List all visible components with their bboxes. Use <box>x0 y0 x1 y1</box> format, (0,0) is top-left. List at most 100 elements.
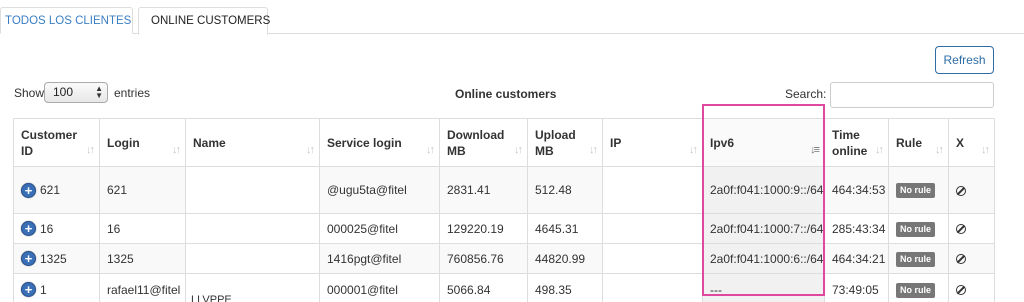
column-header-customer-id[interactable]: Customer ID ↓↑ <box>13 118 100 167</box>
cell-rule: No rule <box>888 166 949 214</box>
cell-ipv6: 2a0f:f041:1000:7::/64 <box>702 213 825 244</box>
cell-customer-id: +1 <box>13 273 100 302</box>
plus-circle-icon[interactable]: + <box>21 182 36 198</box>
rule-badge: No rule <box>896 282 936 298</box>
column-header-service-login[interactable]: Service login ↓↑ <box>319 118 440 167</box>
customer-id-value: 16 <box>40 221 54 236</box>
cell-ipv6: --- <box>702 273 825 302</box>
ban-icon[interactable] <box>956 224 966 235</box>
cell-customer-id: +621 <box>13 166 100 214</box>
show-label: Show <box>14 86 45 100</box>
column-header-ip[interactable]: IP ↓↑ <box>602 118 703 167</box>
tab-online-customers[interactable]: ONLINE CUSTOMERS <box>138 7 270 35</box>
ban-icon[interactable] <box>956 254 966 265</box>
cell-time-online: 464:34:21 <box>824 243 889 274</box>
cell-ip <box>602 243 703 274</box>
cell-time-online: 285:43:34 <box>824 213 889 244</box>
table-header-row: Customer ID ↓↑ Login ↓↑ Name ↓↑ Service log… <box>13 118 995 167</box>
sort-arrows-icon: ↓↑ <box>689 144 698 156</box>
partial-name-text: LLVPPE <box>191 294 232 302</box>
cell-time-online: 73:49:05 <box>824 273 889 302</box>
cell-name <box>185 213 320 244</box>
column-header-login[interactable]: Login ↓↑ <box>99 118 186 167</box>
plus-circle-icon[interactable]: + <box>21 282 36 298</box>
online-customers-table: Customer ID ↓↑ Login ↓↑ Name ↓↑ Service log… <box>13 118 995 302</box>
sort-arrows-icon: ↓↑ <box>172 144 181 156</box>
table-row: +16 16 000025@fitel 129220.19 4645.31 2a… <box>13 213 995 244</box>
column-label: Time online <box>832 127 868 158</box>
cell-time-online: 464:34:53 <box>824 166 889 214</box>
cell-delete <box>948 166 995 214</box>
cell-download-mb: 760856.76 <box>439 243 528 274</box>
cell-upload-mb: 512.48 <box>527 166 603 214</box>
column-header-upload-mb[interactable]: Upload MB ↓↑ <box>527 118 603 167</box>
cell-login: 1325 <box>99 243 186 274</box>
cell-ipv6: 2a0f:f041:1000:9::/64 <box>702 166 825 214</box>
cell-rule: No rule <box>888 273 949 302</box>
table-row: +621 621 @ugu5ta@fitel 2831.41 512.48 2a… <box>13 166 995 214</box>
sort-arrows-icon: ↓↑ <box>589 144 598 156</box>
entries-label: entries <box>114 86 151 100</box>
cell-download-mb: 2831.41 <box>439 166 528 214</box>
plus-circle-icon[interactable]: + <box>21 251 36 267</box>
column-header-time-online[interactable]: Time online ↓↑ <box>824 118 889 167</box>
column-label: Login <box>107 135 140 150</box>
cell-upload-mb: 498.35 <box>527 273 603 302</box>
cell-name <box>185 166 320 214</box>
sort-arrows-icon: ↓↑ <box>935 144 944 156</box>
sort-arrows-icon: ↓↑ <box>875 144 884 156</box>
entries-select-value: 100 <box>53 85 74 99</box>
column-label: Ipv6 <box>710 135 735 150</box>
customer-id-value: 1325 <box>40 251 67 266</box>
cell-login: 16 <box>99 213 186 244</box>
tab-todos-los-clientes[interactable]: TODOS LOS CLIENTES <box>0 7 133 34</box>
column-label: Download MB <box>447 127 505 158</box>
sort-arrows-icon: ↓↑ <box>981 144 990 156</box>
customer-id-value: 621 <box>40 183 61 198</box>
customer-id-value: 1 <box>40 282 47 297</box>
cell-customer-id: +16 <box>13 213 100 244</box>
column-header-ipv6[interactable]: Ipv6 ↓≡ <box>702 118 825 167</box>
cell-delete <box>948 273 995 302</box>
column-header-x[interactable]: X ↓↑ <box>948 118 995 167</box>
cell-login: 621 <box>99 166 186 214</box>
column-header-name[interactable]: Name ↓↑ <box>185 118 320 167</box>
column-label: Customer ID <box>21 127 78 158</box>
cell-ip <box>602 166 703 214</box>
cell-name <box>185 243 320 274</box>
column-label: Service login <box>327 135 402 150</box>
cell-login: rafael11@fitel <box>99 273 186 302</box>
entries-select[interactable]: 100 ▲ ▼ <box>44 82 108 103</box>
rule-badge: No rule <box>896 221 936 237</box>
cell-download-mb: 5066.84 <box>439 273 528 302</box>
cell-delete <box>948 243 995 274</box>
plus-circle-icon[interactable]: + <box>21 221 36 237</box>
search-input[interactable] <box>830 82 994 108</box>
cell-download-mb: 129220.19 <box>439 213 528 244</box>
column-label: Rule <box>896 135 923 150</box>
cell-rule: No rule <box>888 213 949 244</box>
table-row: +1 rafael11@fitel 000001@fitel 5066.84 4… <box>13 273 995 302</box>
cell-delete <box>948 213 995 244</box>
cell-service-login: 000025@fitel <box>319 213 440 244</box>
search-label: Search: <box>785 87 827 101</box>
tab-bar: TODOS LOS CLIENTES ONLINE CUSTOMERS <box>0 0 1024 35</box>
cell-ip <box>602 273 703 302</box>
column-header-download-mb[interactable]: Download MB ↓↑ <box>439 118 528 167</box>
rule-badge: No rule <box>896 251 936 267</box>
cell-service-login: 1416pgt@fitel <box>319 243 440 274</box>
column-label: Upload MB <box>535 127 576 158</box>
ban-icon[interactable] <box>956 285 966 296</box>
refresh-button[interactable]: Refresh <box>935 46 994 74</box>
column-label: Name <box>193 135 226 150</box>
cell-ip <box>602 213 703 244</box>
column-header-rule[interactable]: Rule ↓↑ <box>888 118 949 167</box>
cell-rule: No rule <box>888 243 949 274</box>
sort-arrows-icon: ↓↑ <box>306 144 315 156</box>
sort-arrows-icon: ↓↑ <box>426 144 435 156</box>
table-title: Online customers <box>455 87 557 101</box>
ban-icon[interactable] <box>956 185 966 196</box>
cell-customer-id: +1325 <box>13 243 100 274</box>
cell-upload-mb: 4645.31 <box>527 213 603 244</box>
sort-desc-icon: ↓≡ <box>810 144 820 156</box>
